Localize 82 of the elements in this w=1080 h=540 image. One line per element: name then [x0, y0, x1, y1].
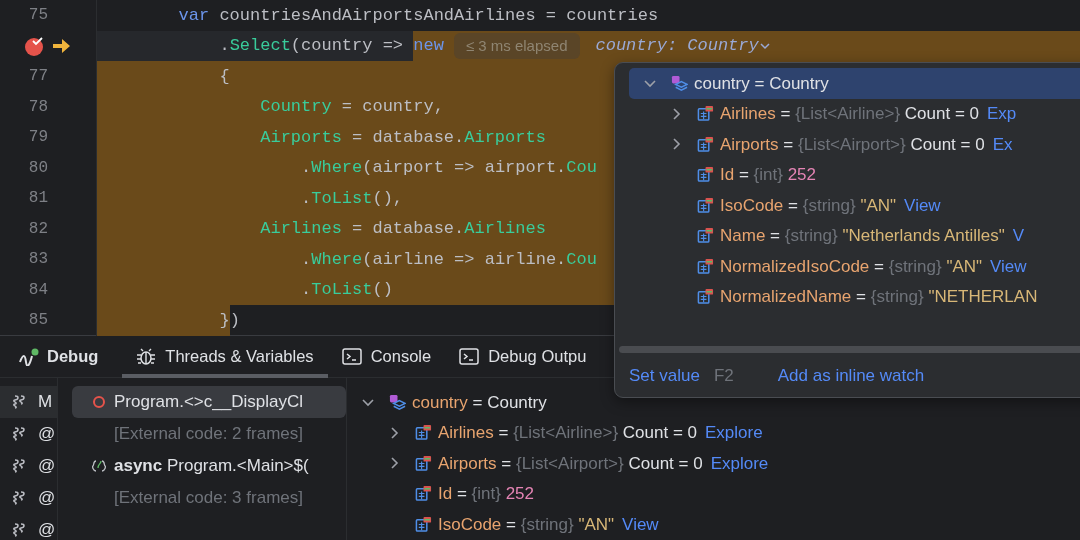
- field-icon: [697, 227, 714, 245]
- breakpoint-icon[interactable]: [24, 35, 44, 56]
- object-icon: [389, 393, 406, 411]
- inline-link[interactable]: View: [990, 253, 1027, 279]
- line-number: 77: [27, 66, 48, 88]
- panel-tab[interactable]: Debug Outpu: [445, 335, 601, 378]
- code-line: .Where(airport => airport.Cou: [97, 152, 597, 183]
- line-number: 84: [27, 279, 48, 301]
- line-number: 82: [27, 218, 48, 240]
- variable-entry: Airports = {List<Airport>} Count = 0: [438, 452, 703, 475]
- selected-row[interactable]: country = Country: [629, 68, 1080, 99]
- inline-link[interactable]: View: [622, 511, 659, 537]
- field-icon: [415, 515, 432, 533]
- variable-entry: IsoCode = {string} "AN": [720, 194, 897, 217]
- variable-entry: Airlines = {List<Airline>} Count = 0: [438, 422, 697, 444]
- bug-icon: [136, 347, 157, 366]
- thread-name[interactable]: @: [38, 485, 56, 511]
- variable-entry: IsoCode = {string} "AN": [438, 513, 615, 536]
- variable-entry: Name = {string} "Netherlands Antilles": [720, 225, 1005, 247]
- variable-entry: country = Country: [694, 72, 829, 95]
- panel-title: Debug: [47, 346, 99, 368]
- code-line: }): [97, 305, 240, 336]
- field-icon: [415, 454, 432, 472]
- line-number: 75: [27, 5, 48, 27]
- code-line: .Where(airline => airline.Cou: [97, 244, 597, 275]
- debug-icon: [18, 347, 39, 366]
- line-number: 80: [27, 157, 48, 179]
- stack-frame[interactable]: [External code: 3 frames]: [84, 485, 303, 511]
- scrollbar[interactable]: [619, 346, 1080, 353]
- line-number: 79: [27, 127, 48, 149]
- variable-entry: Airports = {List<Airport>} Count = 0: [720, 133, 985, 156]
- line-number: 85: [27, 310, 48, 332]
- inline-link[interactable]: Exp: [987, 101, 1017, 127]
- field-icon: [415, 485, 432, 503]
- line-number: 83: [27, 249, 48, 271]
- code-line: Airports = database.Airports: [97, 122, 546, 153]
- code-line: var countriesAndAirportsAndAirlines = countries: [177, 4, 659, 27]
- field-icon: [697, 135, 714, 153]
- panel-tab[interactable]: Console: [327, 335, 446, 378]
- elapsed-time-hint: ≤ 3 ms elapsed: [453, 32, 580, 59]
- line-number: 78: [27, 96, 48, 118]
- popup-action-link[interactable]: Set value: [629, 362, 700, 389]
- code-line: .ToList(): [97, 274, 393, 305]
- panel-tab[interactable]: Threads & Variables: [122, 335, 328, 378]
- async-icon: [92, 459, 106, 473]
- line-number: 81: [27, 188, 48, 210]
- execution-arrow-icon: [52, 37, 71, 54]
- field-icon: [697, 257, 714, 275]
- field-icon: [697, 288, 714, 306]
- field-icon: [697, 166, 714, 184]
- frame-icon: [92, 395, 106, 409]
- inline-link[interactable]: Explore: [710, 450, 769, 476]
- terminal-icon: [459, 347, 480, 366]
- selected-frame-row[interactable]: Program.<>c__DisplayCl: [72, 386, 346, 418]
- thread-name[interactable]: @: [38, 517, 56, 540]
- inline-link[interactable]: V: [1012, 223, 1025, 249]
- code-line: Airlines = database.Airlines: [97, 213, 546, 244]
- inline-link[interactable]: Ex: [992, 131, 1013, 157]
- inline-value[interactable]: country: Country: [595, 33, 759, 59]
- inline-link[interactable]: View: [904, 192, 941, 218]
- variable-entry: Id = {int} 252: [438, 483, 534, 505]
- thread-name[interactable]: @: [38, 421, 56, 447]
- variable-entry: NormalizedIsoCode = {string} "AN": [720, 255, 983, 278]
- variable-entry: Airlines = {List<Airline>} Count = 0: [720, 103, 979, 125]
- stack-frame[interactable]: Program.<>c__DisplayCl: [114, 389, 303, 415]
- thread-name[interactable]: @: [38, 453, 56, 479]
- code-line: .Select(country => new: [97, 30, 444, 61]
- code-line: Country = country,: [97, 91, 444, 122]
- code-line: .ToList(),: [97, 183, 404, 214]
- inline-link[interactable]: Explore: [705, 420, 763, 446]
- stack-frame[interactable]: [External code: 2 frames]: [84, 421, 303, 447]
- terminal-icon: [341, 347, 362, 366]
- stack-frame[interactable]: async Program.<Main>$(: [114, 453, 309, 479]
- popup-action-link[interactable]: Add as inline watch: [777, 362, 925, 389]
- variable-entry: country = Country: [412, 391, 547, 414]
- object-icon: [671, 74, 688, 92]
- field-icon: [697, 196, 714, 214]
- variable-entry: Id = {int} 252: [720, 164, 816, 186]
- field-icon: [415, 424, 432, 442]
- field-icon: [697, 105, 714, 123]
- shortcut-hint: F2: [713, 364, 734, 387]
- variable-entry: NormalizedName = {string} "NETHERLAN: [720, 286, 1038, 308]
